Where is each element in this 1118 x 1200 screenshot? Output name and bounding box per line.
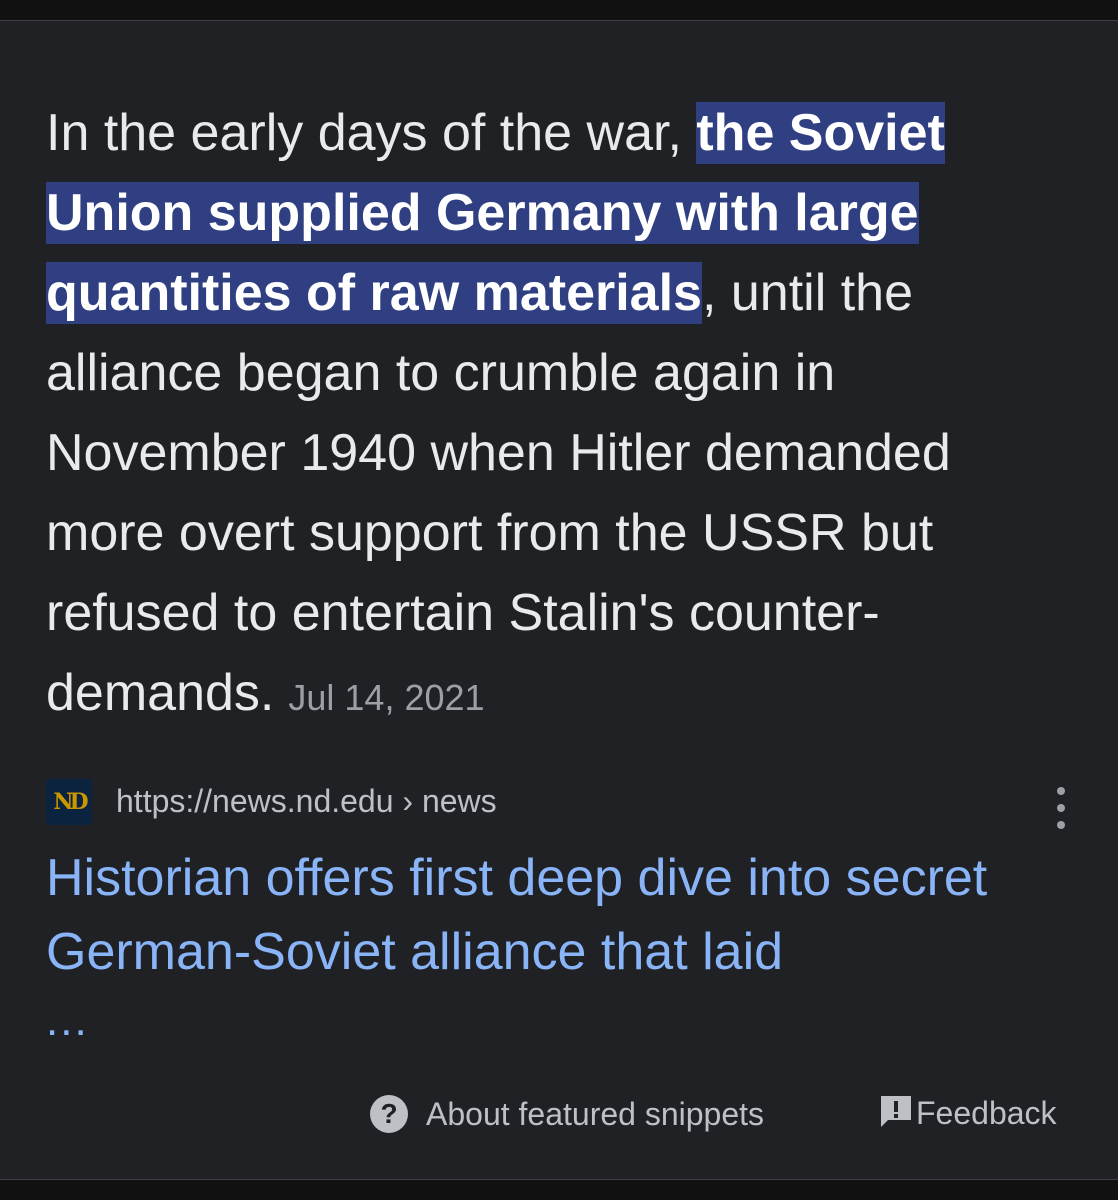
more-vert-icon[interactable] xyxy=(1046,787,1076,829)
help-circle-icon: ? xyxy=(370,1095,408,1133)
about-featured-snippets-label: About featured snippets xyxy=(426,1095,765,1132)
more-dot xyxy=(1057,821,1065,829)
result-title-ellipsis: ... xyxy=(46,996,89,1045)
source-row[interactable]: ND https://news.nd.edu › news xyxy=(46,759,1076,849)
snippet-text-before: In the early days of the war, xyxy=(46,104,697,162)
snippet-footer: ? About featured snippets Feedback xyxy=(0,1089,1118,1149)
more-dot xyxy=(1057,804,1065,812)
featured-snippet-card: In the early days of the war, the Soviet… xyxy=(0,20,1118,1180)
notre-dame-logo-icon: ND xyxy=(46,779,92,825)
feedback-label: Feedback xyxy=(916,1094,1057,1131)
snippet-date: Jul 14, 2021 xyxy=(288,677,485,718)
source-domain: https://news.nd.edu xyxy=(116,783,394,819)
snippet-text-after: , until the alliance began to crumble ag… xyxy=(46,264,951,722)
source-breadcrumb: › news xyxy=(393,783,497,819)
source-url[interactable]: https://news.nd.edu › news xyxy=(116,783,497,820)
more-dot xyxy=(1057,787,1065,795)
result-title-link[interactable]: Historian offers first deep dive into se… xyxy=(46,841,1076,989)
feedback-icon xyxy=(878,1093,914,1133)
snippet-text: In the early days of the war, the Soviet… xyxy=(46,93,1056,738)
feedback-button[interactable]: Feedback xyxy=(878,1093,1057,1133)
about-featured-snippets-button[interactable]: ? About featured snippets xyxy=(370,1095,764,1133)
